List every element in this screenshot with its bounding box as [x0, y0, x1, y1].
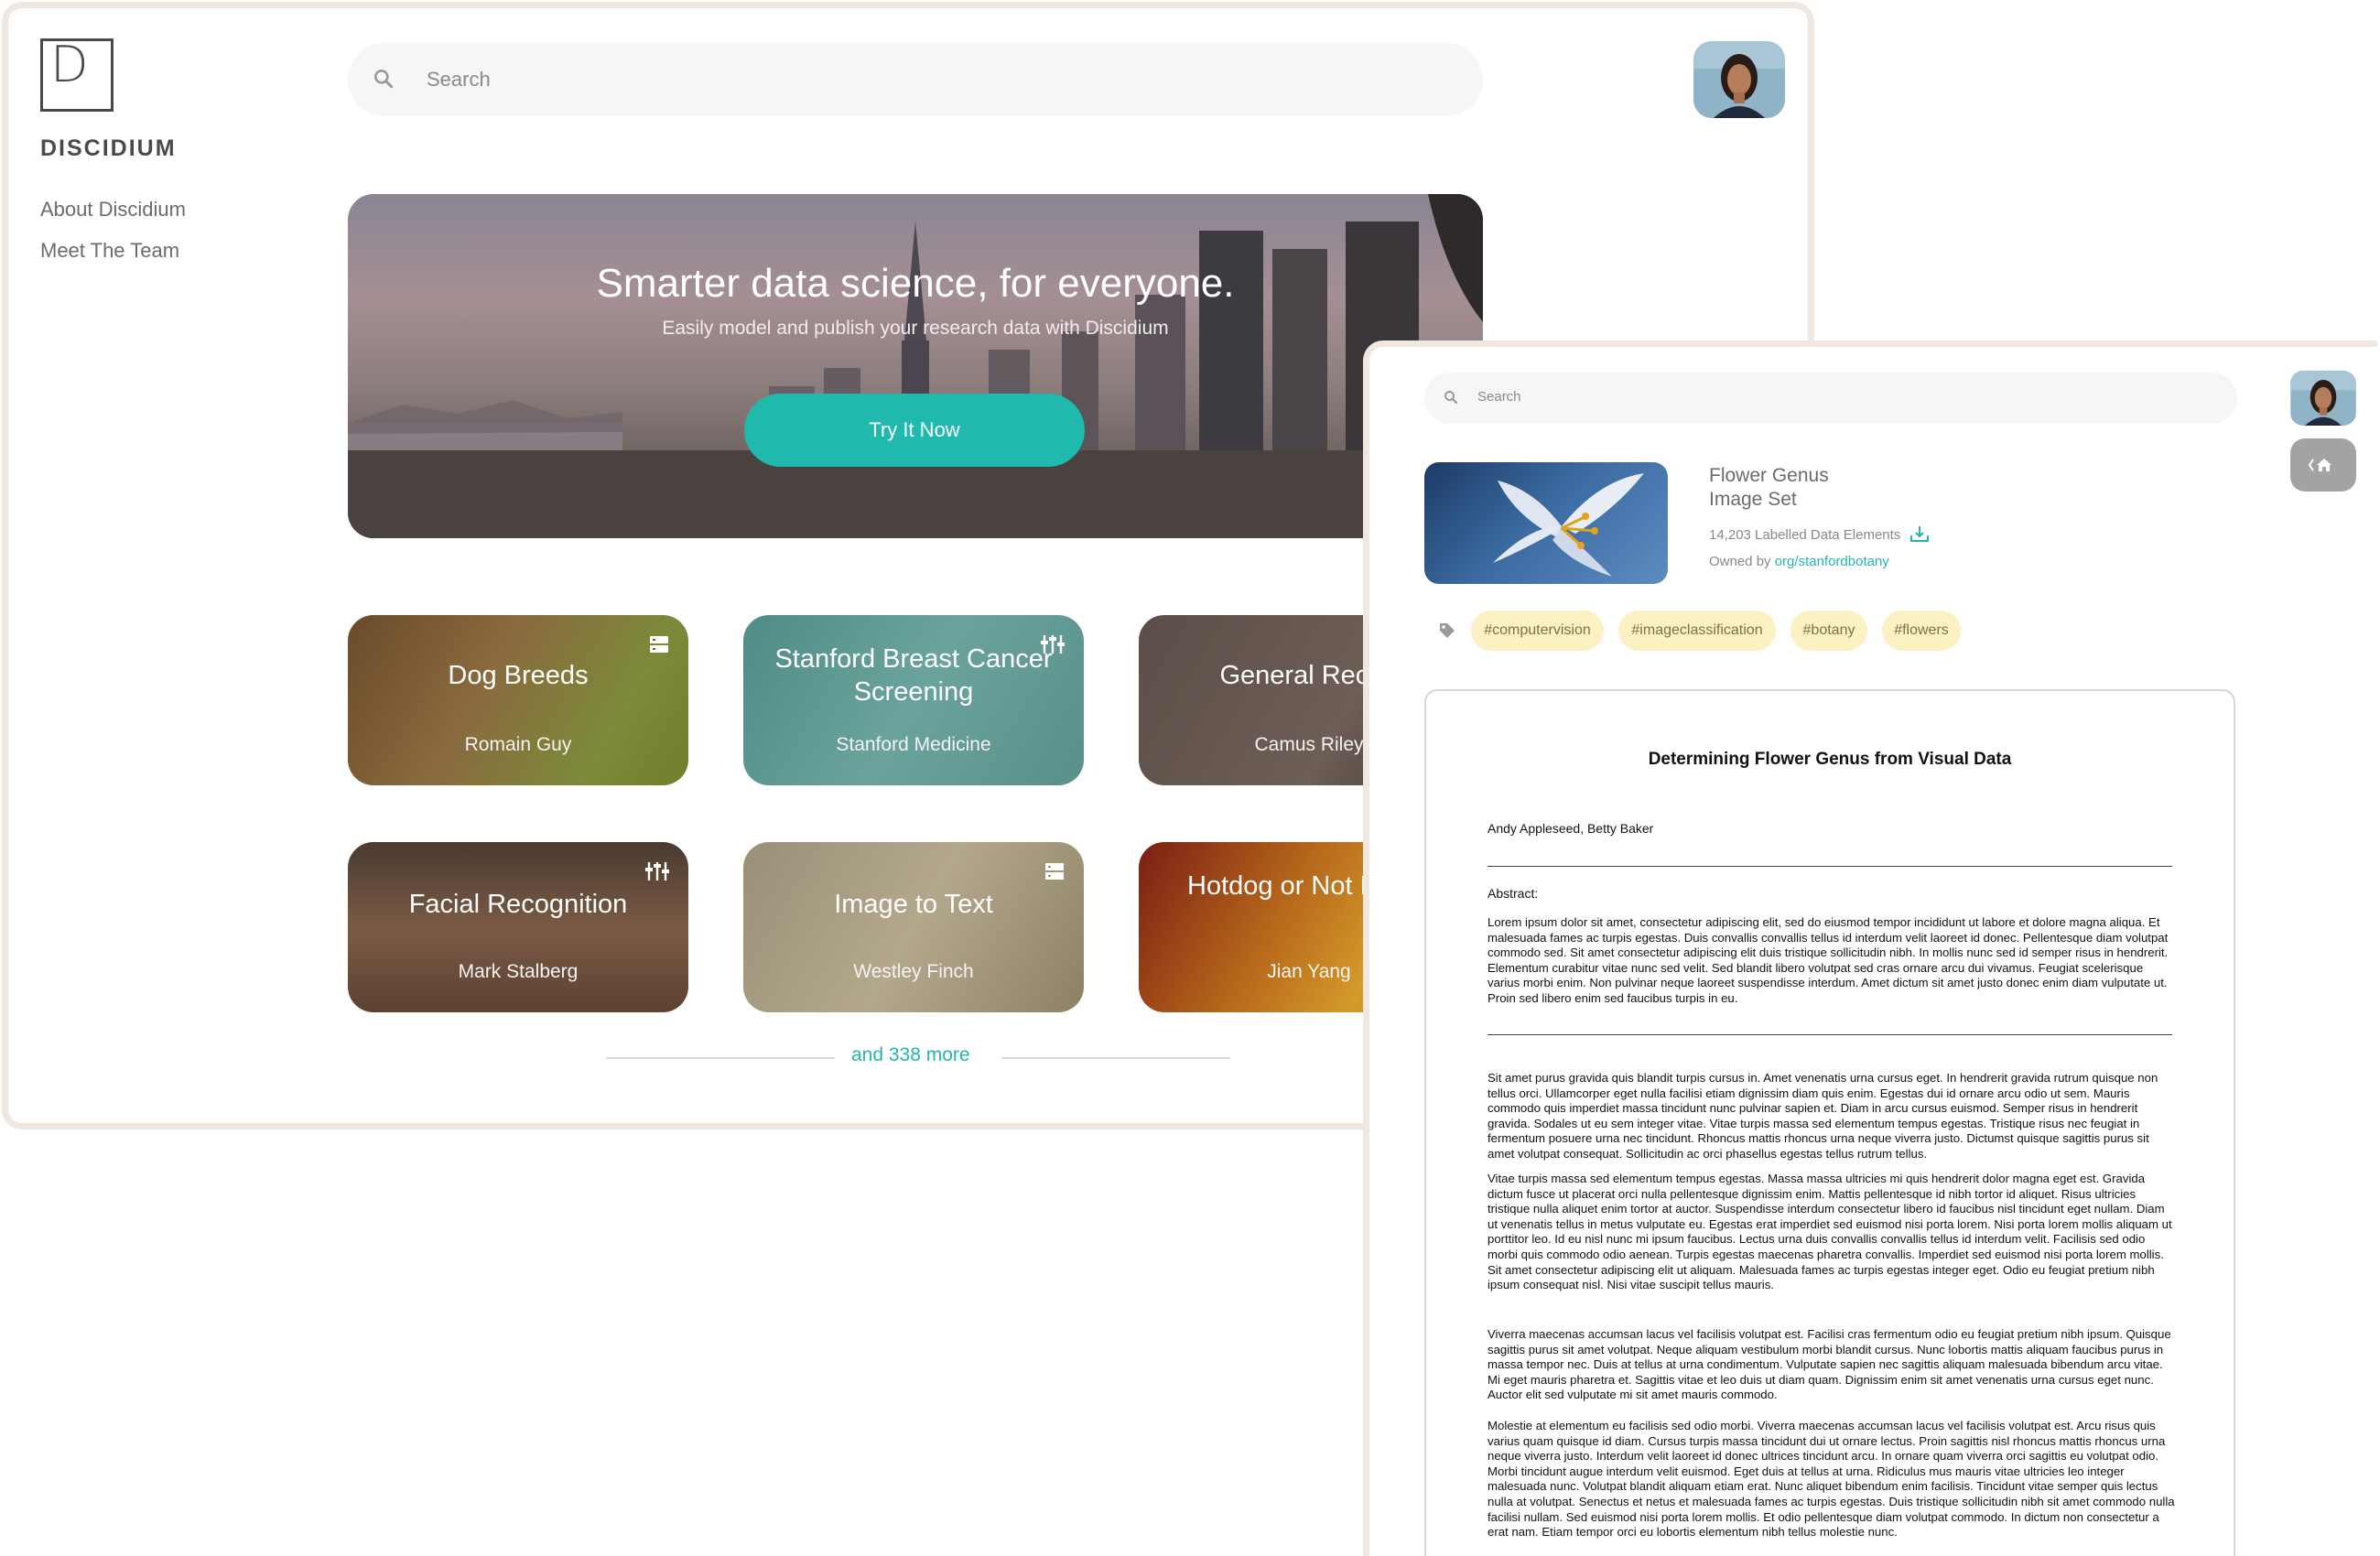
dataset-thumbnail	[1424, 462, 1668, 584]
project-card-facial-recognition[interactable]: Facial Recognition Mark Stalberg	[348, 842, 688, 1012]
abstract-label: Abstract:	[1488, 886, 1539, 901]
city-skyline-image	[348, 194, 1483, 538]
owner-link[interactable]: org/stanfordbotany	[1775, 554, 1889, 569]
paper-preview[interactable]: Determining Flower Genus from Visual Dat…	[1424, 689, 2235, 1556]
project-author: Westley Finch	[853, 961, 974, 982]
project-card-dog-breeds[interactable]: Dog Breeds Romain Guy	[348, 615, 688, 785]
search-placeholder: Search	[427, 68, 491, 91]
try-it-now-button[interactable]: Try It Now	[744, 394, 1085, 467]
hero-title: Smarter data science, for everyone.	[596, 261, 1235, 306]
server-icon	[1045, 863, 1064, 880]
dataset-count-text: 14,203 Labelled Data Elements	[1709, 527, 1901, 543]
equalizer-icon	[1041, 635, 1065, 654]
project-author: Mark Stalberg	[458, 961, 579, 982]
abstract-text: Lorem ipsum dolor sit amet, consectetur …	[1488, 915, 2169, 1005]
dataset-title-line2: Image Set	[1709, 489, 1797, 510]
server-icon	[650, 636, 668, 653]
search-icon	[1444, 391, 1458, 405]
paper-paragraph: Sit amet purus gravida quis blandit turp…	[1488, 1071, 2158, 1161]
paper-paragraph: Vitae turpis massa sed elementum tempus …	[1488, 1172, 2172, 1292]
project-card-image-to-text[interactable]: Image to Text Westley Finch	[743, 842, 1084, 1012]
search-icon	[374, 70, 394, 89]
dataset-detail-window: Search Flower Genus Image Set 14,203 Lab…	[1363, 340, 2377, 1556]
dataset-title-line1: Flower Genus	[1709, 465, 1829, 486]
paper-authors: Andy Appleseed, Betty Baker	[1488, 821, 1654, 836]
sidebar-item-about[interactable]: About Discidium	[40, 198, 186, 222]
dataset-owner: Owned by org/stanfordbotany	[1709, 554, 1889, 569]
project-title: Dog Breeds	[448, 661, 589, 690]
user-avatar[interactable]	[1693, 41, 1785, 118]
equalizer-icon	[645, 862, 669, 881]
paper-title: Determining Flower Genus from Visual Dat…	[1648, 750, 2012, 769]
paper-divider	[1488, 866, 2172, 867]
paper-divider	[1488, 1034, 2172, 1035]
tag-chip[interactable]: #botany	[1790, 611, 1867, 651]
more-projects-link[interactable]: and 338 more	[851, 1044, 970, 1066]
dataset-title: Flower Genus Image Set	[1709, 464, 1947, 512]
project-card-breast-cancer[interactable]: Stanford Breast Cancer Screening Stanfor…	[743, 615, 1084, 785]
lily-flower-image	[1493, 473, 1644, 577]
paper-paragraph: Viverra maecenas accumsan lacus vel faci…	[1488, 1327, 2171, 1402]
hero-banner: Smarter data science, for everyone. Easi…	[348, 194, 1483, 538]
download-icon[interactable]	[1909, 524, 1930, 543]
owner-prefix: Owned by	[1709, 554, 1771, 569]
paper-paragraph: Molestie at elementum eu facilisis sed o…	[1488, 1419, 2175, 1540]
home-icon	[2308, 459, 2331, 471]
project-author: Romain Guy	[464, 734, 572, 755]
divider-right	[1001, 1057, 1230, 1059]
search-input[interactable]: Search	[1424, 373, 2237, 424]
project-title: Image to Text	[834, 890, 993, 919]
search-placeholder: Search	[1477, 389, 1521, 405]
user-avatar[interactable]	[2290, 371, 2356, 426]
back-home-button[interactable]	[2290, 438, 2356, 492]
sidebar-item-team[interactable]: Meet The Team	[40, 239, 179, 263]
project-title: Stanford Breast Cancer Screening	[774, 644, 1053, 707]
tag-chip[interactable]: #imageclassification	[1618, 611, 1776, 651]
tag-chip[interactable]: #computervision	[1471, 611, 1604, 651]
divider-left	[606, 1057, 835, 1059]
brand-name: DISCIDIUM	[40, 135, 177, 161]
hero-subtitle: Easily model and publish your research d…	[662, 318, 1169, 339]
search-input[interactable]: Search	[348, 43, 1483, 116]
tag-chip[interactable]: #flowers	[1882, 611, 1961, 651]
logo-letter: D	[50, 36, 89, 93]
dataset-count: 14,203 Labelled Data Elements	[1709, 524, 1930, 543]
tag-icon	[1440, 623, 1455, 638]
discidium-logo[interactable]: D	[40, 36, 114, 112]
project-author: Stanford Medicine	[836, 734, 991, 755]
project-title: Facial Recognition	[408, 890, 628, 919]
